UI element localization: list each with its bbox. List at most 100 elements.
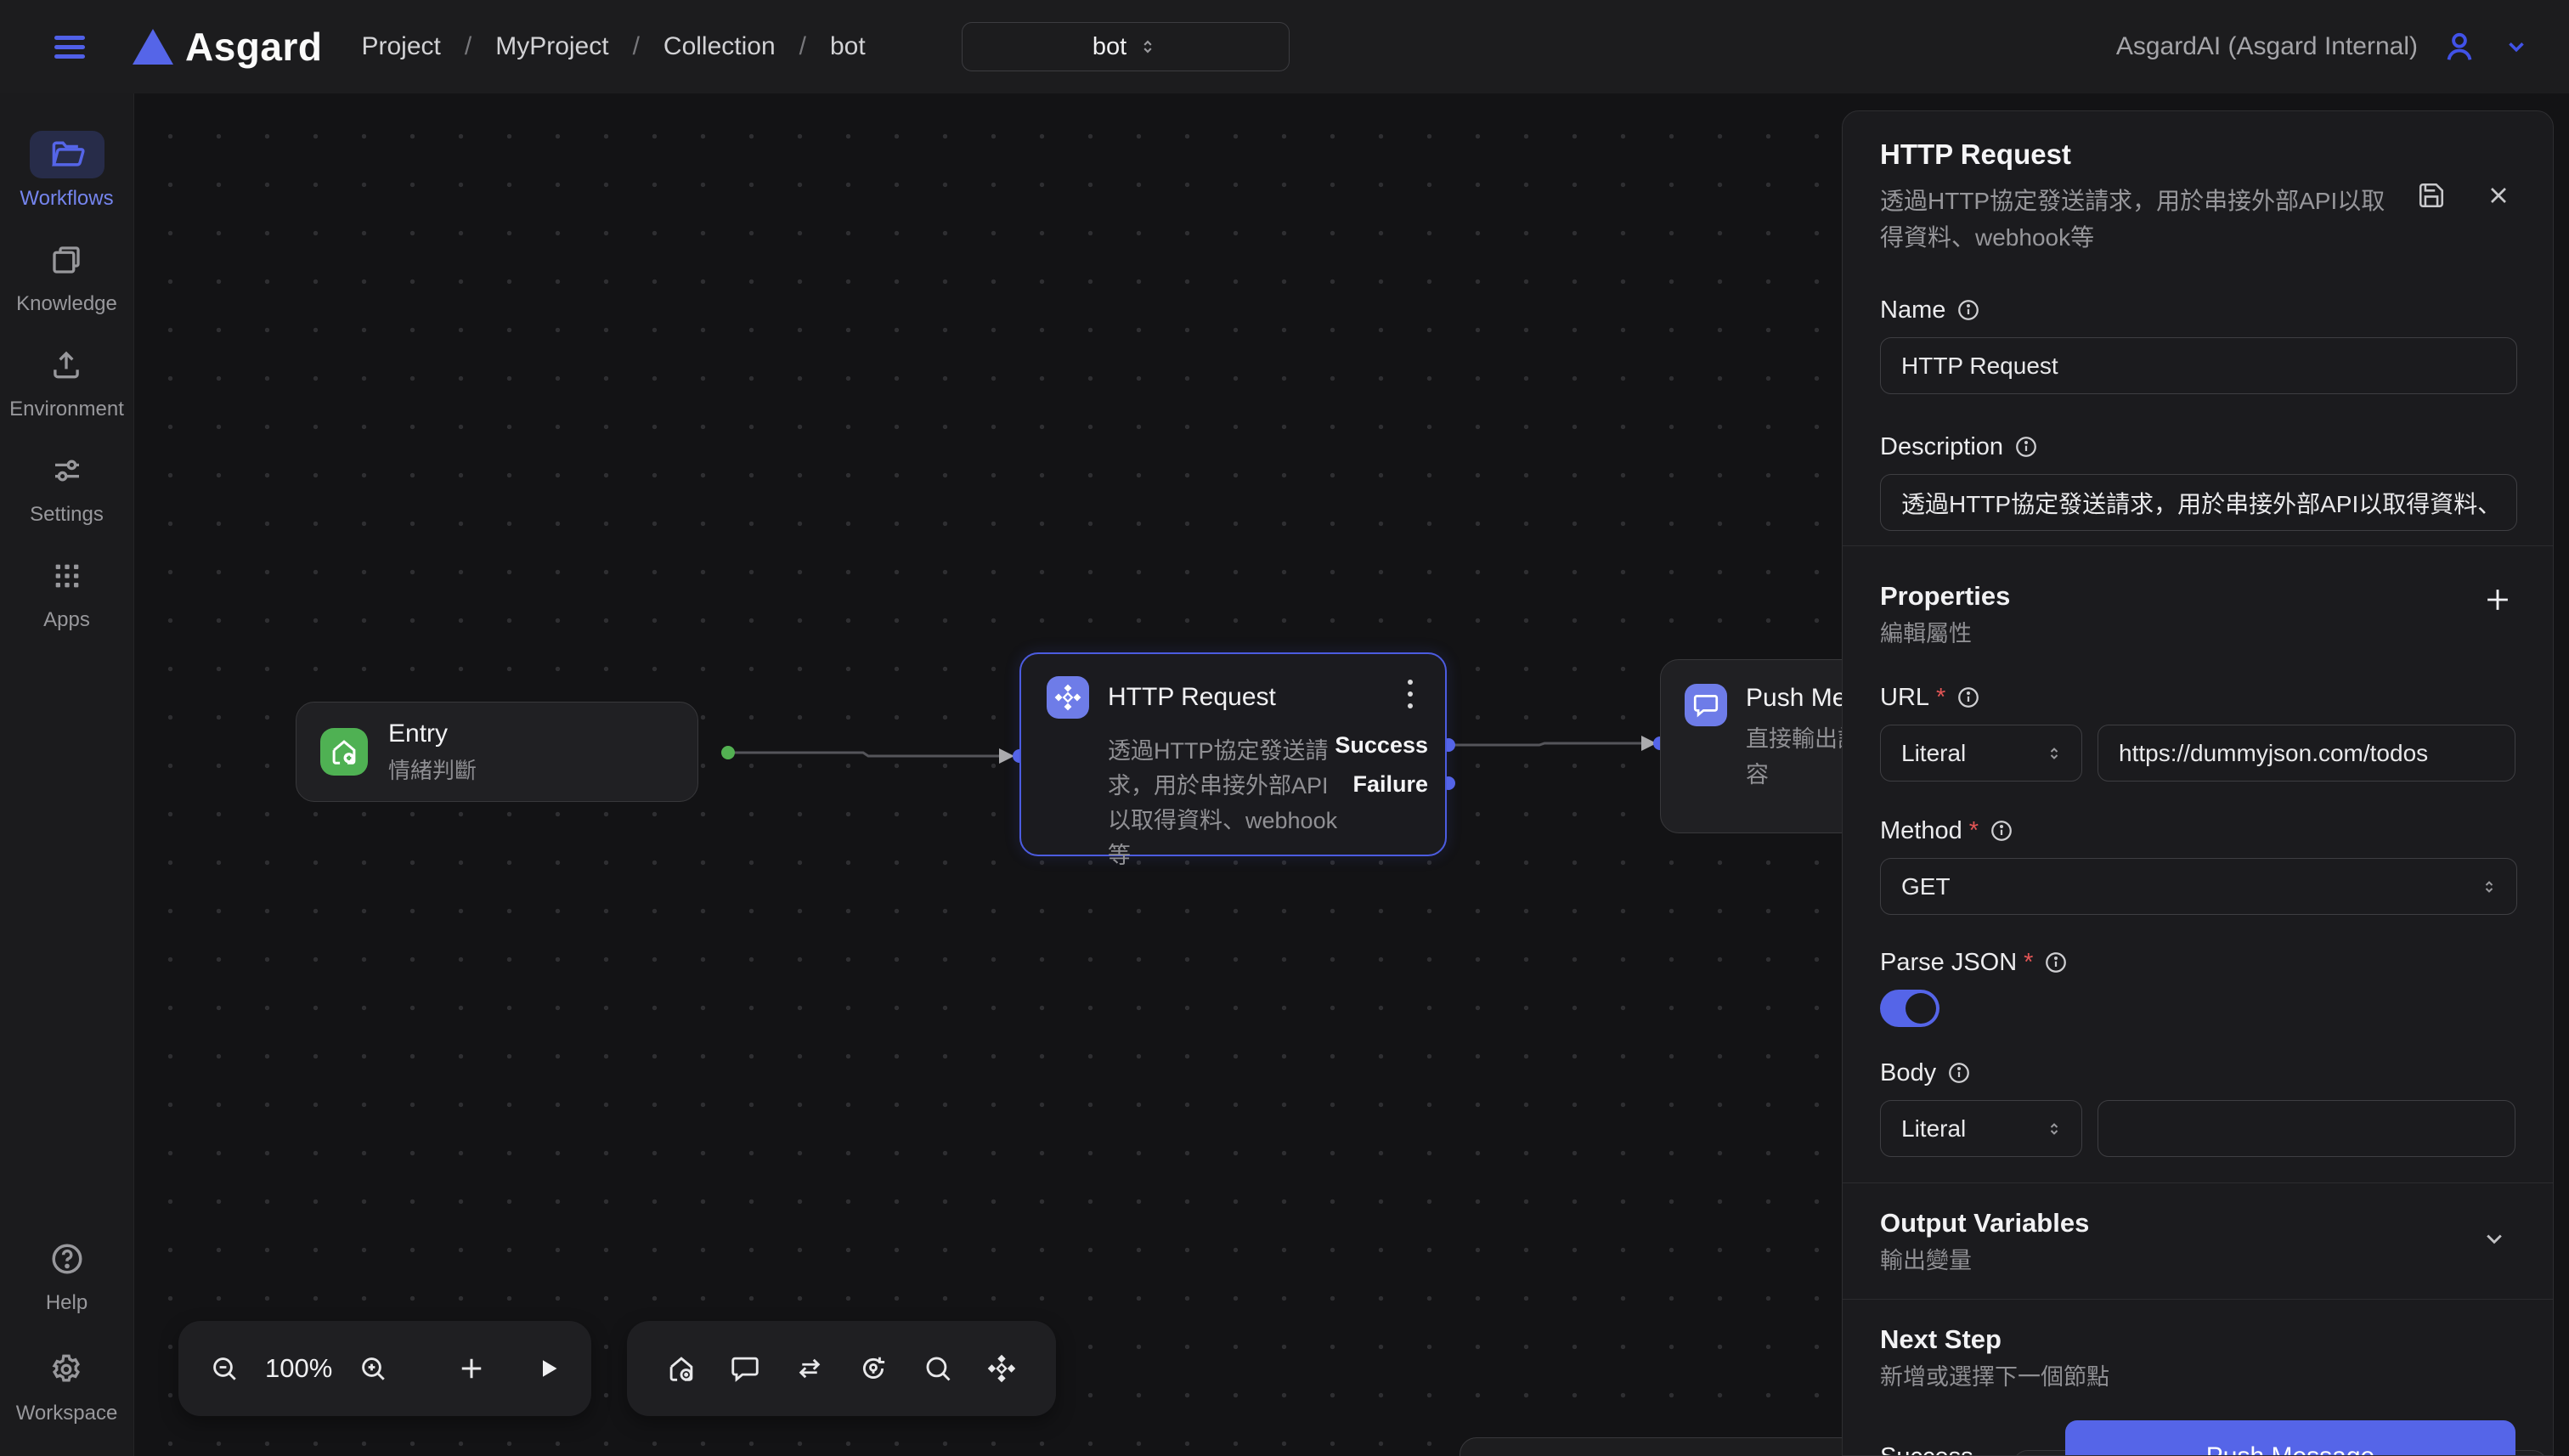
url-label: URL bbox=[1880, 682, 1929, 713]
next-step-success-row: Success Push Message bbox=[1880, 1420, 2515, 1456]
panel-header: HTTP Request 透過HTTP協定發送請求，用於串接外部API以取 得資… bbox=[1843, 111, 2553, 546]
sidebar-item-workflows[interactable]: Workflows bbox=[20, 131, 113, 211]
method-select[interactable]: GET bbox=[1880, 858, 2517, 915]
house-plus-icon bbox=[320, 728, 368, 776]
description-input[interactable] bbox=[1880, 474, 2517, 531]
search-icon[interactable] bbox=[922, 1352, 954, 1385]
sidebar-item-workspace[interactable]: Workspace bbox=[16, 1346, 118, 1425]
body-mode-select[interactable]: Literal bbox=[1880, 1100, 2082, 1157]
node-entry[interactable]: Entry 情緒判斷 bbox=[296, 702, 698, 802]
output-label-success[interactable]: Success bbox=[1335, 732, 1428, 759]
zoom-level: 100% bbox=[265, 1353, 332, 1384]
panel-title: HTTP Request bbox=[1880, 137, 2515, 172]
info-icon[interactable] bbox=[1956, 685, 1981, 710]
app-logo-text: Asgard bbox=[185, 24, 322, 70]
breadcrumb-item-myproject[interactable]: MyProject bbox=[495, 32, 608, 61]
sidebar-item-help[interactable]: Help bbox=[30, 1235, 104, 1315]
play-icon[interactable] bbox=[533, 1353, 563, 1384]
kebab-icon[interactable] bbox=[1397, 674, 1423, 714]
zoom-out-icon[interactable] bbox=[209, 1353, 240, 1384]
breadcrumb-separator: / bbox=[799, 32, 806, 61]
zoom-in-icon[interactable] bbox=[358, 1353, 388, 1384]
output-variables-subtitle: 輸出變量 bbox=[1880, 1246, 2515, 1275]
user-icon[interactable] bbox=[2440, 27, 2479, 66]
sidebar-item-label: Apps bbox=[43, 608, 90, 632]
required-asterisk: * bbox=[2024, 947, 2033, 978]
breadcrumb-separator: / bbox=[633, 32, 640, 61]
properties-title: Properties bbox=[1880, 580, 2515, 612]
sidebar-item-label: Environment bbox=[9, 398, 124, 421]
chevron-down-icon[interactable] bbox=[2501, 31, 2532, 62]
info-icon[interactable] bbox=[1956, 297, 1981, 323]
node-http-request[interactable]: HTTP Request 透過HTTP協定發送請 求，用於串接外部API 以取得… bbox=[1019, 652, 1447, 856]
close-icon[interactable] bbox=[2485, 181, 2512, 210]
sidebar-item-apps[interactable]: Apps bbox=[30, 552, 104, 632]
chat-bubble-icon[interactable] bbox=[729, 1352, 761, 1385]
chevron-down-icon[interactable] bbox=[2480, 1224, 2509, 1253]
gear-icon bbox=[48, 1351, 85, 1388]
workflow-select-value: bot bbox=[1093, 33, 1126, 61]
sidebar: Workflows Knowledge Environment Settings… bbox=[0, 93, 134, 1456]
properties-subtitle: 編輯屬性 bbox=[1880, 619, 2515, 648]
workflow-select[interactable]: bot bbox=[962, 22, 1290, 71]
name-label: Name bbox=[1880, 295, 1945, 325]
swap-arrows-icon[interactable] bbox=[793, 1352, 826, 1385]
breadcrumb-item-collection[interactable]: Collection bbox=[663, 32, 776, 61]
push-message-button[interactable]: Push Message bbox=[2065, 1420, 2515, 1456]
grid-dots-icon bbox=[50, 559, 84, 593]
node-tools-toolbar bbox=[627, 1321, 1056, 1416]
required-asterisk: * bbox=[1936, 682, 1945, 713]
plus-icon[interactable] bbox=[2481, 584, 2514, 616]
node-config-panel: HTTP Request 透過HTTP協定發送請求，用於串接外部API以取 得資… bbox=[1842, 110, 2554, 1456]
select-updown-icon bbox=[2044, 743, 2064, 764]
parse-json-label: Parse JSON bbox=[1880, 947, 2017, 978]
book-icon bbox=[48, 242, 84, 278]
account-label: AsgardAI (Asgard Internal) bbox=[2116, 32, 2418, 61]
info-icon[interactable] bbox=[1946, 1060, 1972, 1086]
port-entry-out bbox=[721, 746, 735, 759]
select-updown-icon bbox=[1137, 36, 1159, 58]
select-updown-icon bbox=[2044, 1119, 2064, 1139]
info-icon[interactable] bbox=[2043, 950, 2069, 975]
diamond-cluster-icon[interactable] bbox=[985, 1352, 1018, 1385]
body-input[interactable] bbox=[2098, 1100, 2515, 1157]
folder-open-icon bbox=[48, 136, 86, 173]
app-screen: Asgard Project / MyProject / Collection … bbox=[0, 0, 2569, 1456]
sidebar-item-label: Knowledge bbox=[16, 292, 117, 316]
name-input[interactable] bbox=[1880, 337, 2517, 394]
help-icon bbox=[48, 1240, 86, 1278]
body-label: Body bbox=[1880, 1058, 1936, 1088]
sliders-icon bbox=[49, 453, 85, 488]
hamburger-icon[interactable] bbox=[54, 36, 85, 59]
url-mode-value: Literal bbox=[1901, 740, 1966, 767]
bottom-sheet-edge bbox=[1460, 1437, 1881, 1456]
panel-description: 透過HTTP協定發送請求，用於串接外部API以取 得資料、webhook等 bbox=[1880, 183, 2424, 256]
sidebar-item-environment[interactable]: Environment bbox=[9, 341, 124, 421]
output-variables-title: Output Variables bbox=[1880, 1207, 2515, 1239]
info-icon[interactable] bbox=[1989, 818, 2014, 844]
next-step-subtitle: 新增或選擇下一個節點 bbox=[1880, 1363, 2515, 1391]
save-icon[interactable] bbox=[2417, 181, 2446, 210]
url-input[interactable] bbox=[2098, 725, 2515, 782]
info-icon[interactable] bbox=[2013, 434, 2039, 460]
breadcrumb-item-project[interactable]: Project bbox=[361, 32, 440, 61]
node-title: Entry bbox=[388, 720, 477, 748]
breadcrumb-item-bot[interactable]: bot bbox=[830, 32, 866, 61]
parse-json-toggle[interactable] bbox=[1880, 990, 1939, 1027]
url-mode-select[interactable]: Literal bbox=[1880, 725, 2082, 782]
refresh-bulb-icon[interactable] bbox=[857, 1352, 889, 1385]
output-variables-section[interactable]: Output Variables 輸出變量 bbox=[1843, 1183, 2553, 1300]
method-label: Method bbox=[1880, 815, 1962, 846]
node-subtitle: 情緒判斷 bbox=[388, 753, 477, 785]
sidebar-item-knowledge[interactable]: Knowledge bbox=[16, 236, 117, 316]
plus-icon[interactable] bbox=[456, 1353, 487, 1384]
next-step-section: Next Step 新增或選擇下一個節點 Success Push Messag… bbox=[1843, 1300, 2553, 1456]
zoom-toolbar: 100% bbox=[178, 1321, 591, 1416]
house-plus-icon[interactable] bbox=[665, 1352, 697, 1385]
toggle-knob bbox=[1906, 993, 1936, 1024]
properties-section: Properties 編輯屬性 URL * Literal bbox=[1843, 546, 2553, 1183]
output-label-failure[interactable]: Failure bbox=[1352, 771, 1428, 798]
sidebar-item-settings[interactable]: Settings bbox=[30, 447, 104, 527]
success-row-label: Success bbox=[1880, 1443, 1973, 1456]
topbar-account[interactable]: AsgardAI (Asgard Internal) bbox=[2116, 27, 2532, 66]
